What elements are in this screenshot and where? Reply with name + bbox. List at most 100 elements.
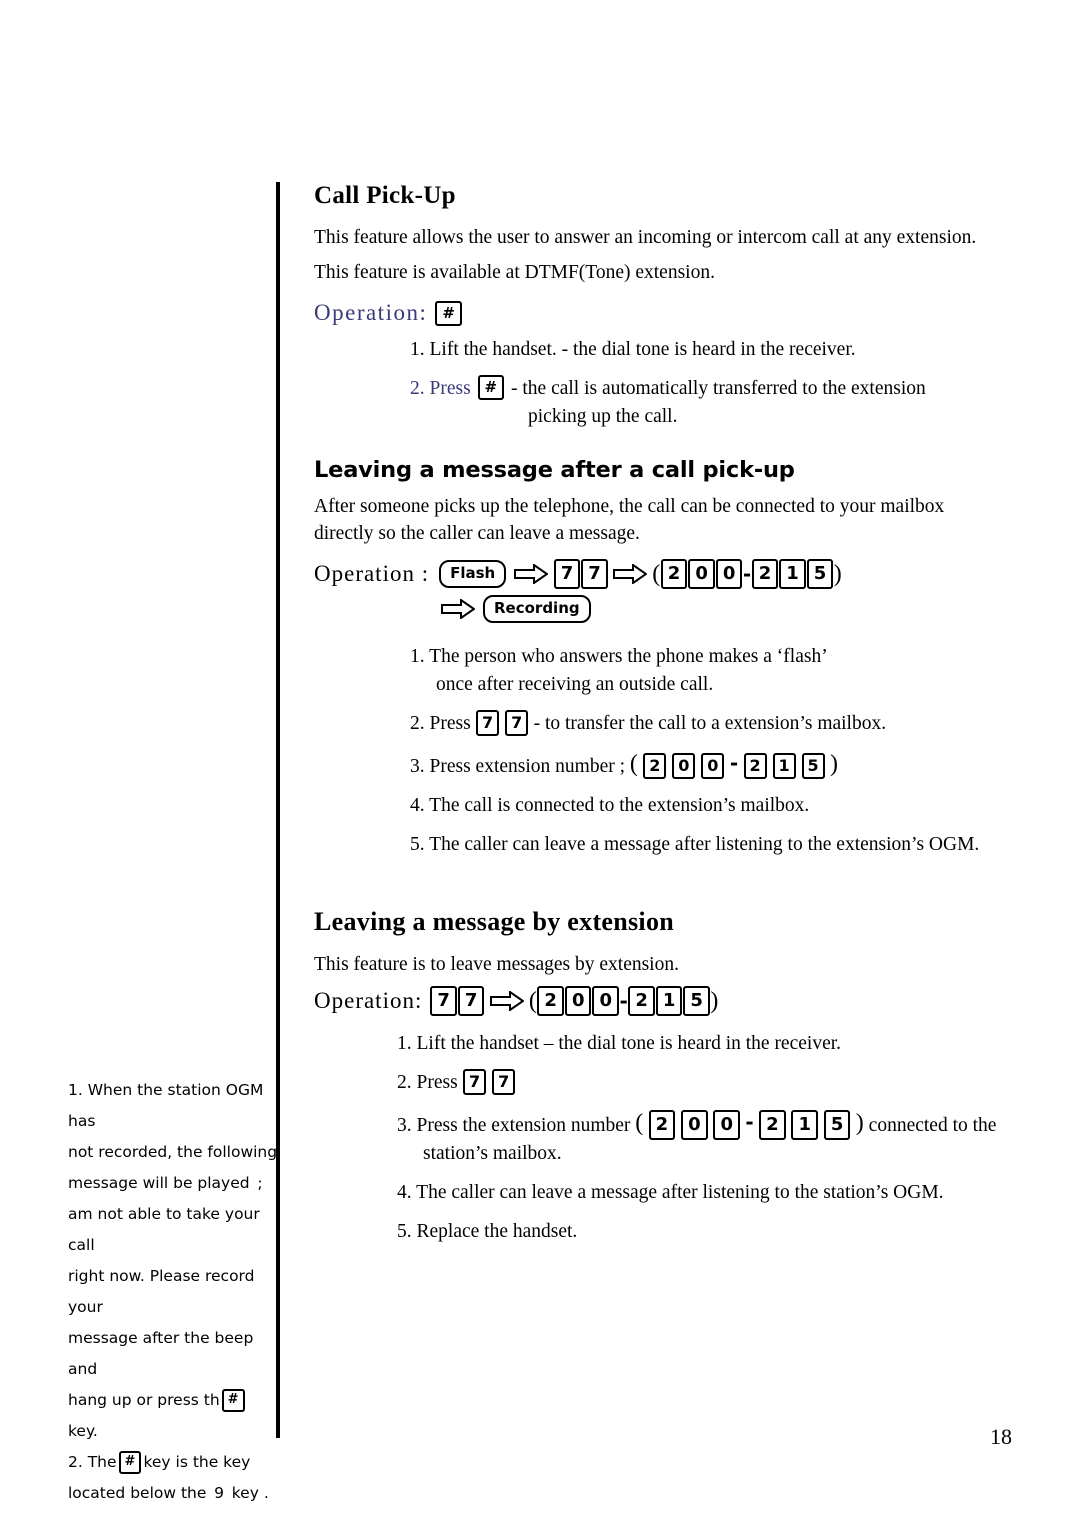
digit-key-icon: 2	[628, 986, 655, 1016]
digit-key-icon: 0	[701, 753, 725, 779]
step-text: Press extension number ;	[429, 756, 626, 777]
digit-key-icon: 5	[823, 1110, 851, 1140]
list-item: 1. The person who answers the phone make…	[410, 643, 1004, 699]
footnote-line: located below the 9 key .	[68, 1484, 269, 1502]
footnote-text: 2. The	[68, 1453, 117, 1471]
arrow-right-icon	[489, 990, 525, 1012]
digit-key-icon: 1	[779, 559, 806, 589]
paren-open: (	[635, 1110, 644, 1136]
footnote-line: right now. Please record your	[68, 1267, 255, 1316]
digit-key-icon: 7	[430, 986, 457, 1016]
step-text: - the call is automatically transferred …	[511, 378, 926, 399]
step-number: 2.	[410, 713, 425, 734]
operation-label: Operation:	[314, 988, 423, 1013]
step-text: The call is connected to the extension’s…	[429, 795, 810, 816]
footnote-line: message after the beep and	[68, 1329, 254, 1378]
footnote-text: key is the key	[143, 1453, 251, 1471]
digit-key-icon: 1	[655, 986, 683, 1016]
paren-close: )	[855, 1110, 864, 1136]
step-text: Press the extension number	[416, 1115, 631, 1136]
section1-paragraph-2: This feature is available at DTMF(Tone) …	[314, 262, 715, 283]
section-title-call-pick-up: Call Pick-Up	[314, 182, 456, 209]
list-item: 4. The call is connected to the extensio…	[410, 792, 1004, 820]
digit-key-icon: 5	[801, 753, 825, 779]
digit-key-icon: 2	[759, 1110, 786, 1140]
paren-open: (	[652, 560, 661, 587]
step-number: 3.	[410, 756, 425, 777]
digit-key-icon: 2	[537, 986, 564, 1016]
list-item: 5. The caller can leave a message after …	[410, 831, 1004, 859]
section1-operation-line: Operation: #	[314, 300, 1004, 326]
document-page: Call Pick-Up This feature allows the use…	[0, 0, 1080, 1533]
step-press-label: Press	[416, 1072, 458, 1093]
footnote-text: hang up or press th	[68, 1391, 220, 1409]
section-title-leaving-message-after-pickup: Leaving a message after a call pick-up	[314, 457, 795, 483]
digit-key-icon: 0	[672, 753, 696, 779]
paren-close: )	[710, 987, 719, 1014]
digit-key-icon: 2	[643, 753, 667, 779]
footnote-line: am not able to take your call	[68, 1205, 260, 1254]
paren-close: )	[830, 751, 839, 777]
footnote-line-with-key: hang up or press th #	[68, 1385, 286, 1416]
list-item: 2. Press # - the call is automatically t…	[410, 375, 1004, 431]
step-text-after: connected to the	[868, 1115, 997, 1136]
step-number: 1.	[410, 339, 425, 360]
footnote-line: not recorded, the following	[68, 1143, 278, 1161]
key-hash-icon: #	[477, 375, 505, 400]
step-text: Replace the handset.	[416, 1221, 578, 1242]
step-number: 5.	[410, 834, 425, 855]
digit-key-icon: 7	[457, 986, 485, 1016]
footnote-line: message will be played ; I	[68, 1174, 280, 1192]
digit-key-icon: 2	[743, 753, 767, 779]
paren-close: )	[833, 560, 842, 587]
digit-key-icon: 7	[463, 1069, 487, 1095]
arrow-right-icon	[441, 598, 476, 620]
digit-key-icon: 0	[681, 1110, 708, 1140]
list-item: 3. Press extension number ; ( 2 0 0 - 2 …	[410, 749, 1004, 781]
list-item: 4. The caller can leave a message after …	[397, 1179, 1004, 1207]
step-number: 4.	[397, 1182, 412, 1203]
digit-key-icon: 0	[688, 559, 715, 589]
footnote-line: 1. When the station OGM has	[68, 1081, 264, 1130]
step-press-label: Press	[429, 713, 471, 734]
page-number: 18	[990, 1424, 1012, 1449]
step-number: 2.	[397, 1072, 412, 1093]
list-item: 1. Lift the handset – the dial tone is h…	[397, 1030, 1004, 1058]
step-text-continued: once after receiving an outside call.	[436, 674, 714, 695]
step-text: The caller can leave a message after lis…	[416, 1182, 944, 1203]
operation-label: Operation:	[314, 300, 428, 325]
section2-operation-line: Operation : Flash 7 7 ( 2 0 0 - 2 1 5 )	[314, 559, 1004, 589]
digit-key-icon: 7	[492, 1069, 516, 1095]
section-title-leaving-message-by-extension: Leaving a message by extension	[314, 907, 674, 936]
list-item: 3. Press the extension number ( 2 0 0 - …	[397, 1108, 1004, 1168]
flash-key-icon: Flash	[439, 560, 507, 588]
list-item: 5. Replace the handset.	[397, 1218, 1004, 1246]
range-dash: -	[745, 1110, 754, 1134]
step-number: 3.	[397, 1115, 412, 1136]
step-text-continued: station’s mailbox.	[423, 1143, 562, 1164]
digit-key-icon: 5	[683, 986, 710, 1016]
list-item: 2. Press 7 7 - to transfer the call to a…	[410, 710, 1004, 738]
paren-open: (	[528, 987, 537, 1014]
arrow-right-icon	[613, 563, 649, 585]
digit-key-icon: 1	[791, 1110, 819, 1140]
section2-operation-line-2: Recording	[436, 595, 1004, 623]
step-text: Lift the handset. - the dial tone is hea…	[429, 339, 856, 360]
step-press-label: Press	[429, 378, 471, 399]
section2-steps: 1. The person who answers the phone make…	[314, 643, 1004, 859]
step-number: 5.	[397, 1221, 412, 1242]
digit-key-icon: 0	[713, 1110, 741, 1140]
step-text: The person who answers the phone makes a…	[429, 646, 828, 667]
digit-key-icon: 5	[806, 559, 834, 589]
range-dash: -	[619, 989, 628, 1013]
section1-steps: 1. Lift the handset. - the dial tone is …	[314, 336, 1004, 431]
digit-key-icon: 7	[476, 710, 500, 736]
list-item: 1. Lift the handset. - the dial tone is …	[410, 336, 1004, 364]
digit-key-icon: 7	[553, 559, 581, 589]
digit-key-icon: 1	[772, 753, 796, 779]
main-content-column: Call Pick-Up This feature allows the use…	[314, 182, 1004, 1257]
paren-open: (	[629, 751, 638, 777]
step-number: 4.	[410, 795, 425, 816]
digit-key-icon: 7	[505, 710, 529, 736]
section1-paragraph-1: This feature allows the user to answer a…	[314, 227, 977, 248]
